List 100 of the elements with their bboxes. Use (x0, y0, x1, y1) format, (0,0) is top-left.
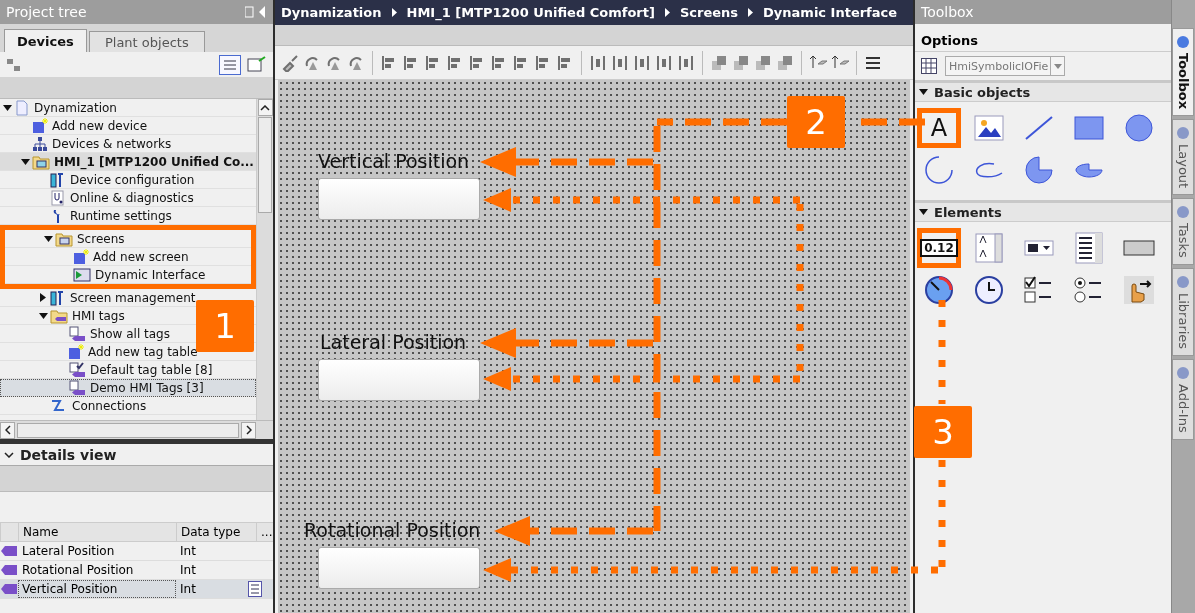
arc-icon (924, 155, 954, 185)
tree-tool-icon (6, 56, 22, 73)
layers-icon (732, 53, 750, 72)
distribute-icon (677, 53, 695, 72)
breadcrumb-arrow-icon (748, 8, 754, 17)
pie-icon (1024, 155, 1054, 185)
rectangle-icon (1074, 115, 1104, 141)
tab-icon (1176, 126, 1190, 141)
toolbox-item[interactable]: A (917, 108, 961, 148)
ellipse-arc-icon (974, 160, 1004, 180)
tag-table-icon (68, 379, 86, 396)
text-object[interactable]: Lateral Position (320, 331, 467, 353)
io-field[interactable] (318, 359, 480, 401)
text-object[interactable]: Vertical Position (318, 150, 470, 172)
io-field[interactable] (318, 547, 480, 589)
tag-table-icon (68, 325, 86, 342)
table-cell: Vertical Position (18, 580, 176, 598)
scrollbar-thumb[interactable] (258, 117, 272, 213)
breadcrumb-item[interactable]: Dynamic Interface (763, 5, 898, 20)
caret-down-icon (20, 158, 30, 165)
tree-item[interactable]: Online & diagnostics (0, 189, 256, 207)
line-icon (1024, 115, 1054, 141)
list-view-icon (219, 54, 241, 75)
text-list-icon (975, 233, 1003, 263)
breadcrumb-item[interactable]: Dynamization (281, 5, 382, 20)
tree-item[interactable]: Dynamic Interface (5, 266, 251, 284)
tag-icon (1, 584, 17, 594)
tree-item[interactable]: Add new device (0, 117, 256, 135)
step-badge: 2 (787, 96, 845, 148)
tab-icon (1176, 366, 1190, 381)
side-tab[interactable]: Tasks (1172, 198, 1194, 266)
add-icon (32, 117, 48, 134)
list-box-icon (1075, 232, 1103, 264)
column-header[interactable]: ... (256, 523, 273, 541)
caret-right-icon (40, 293, 46, 302)
distribute-icon (589, 53, 607, 72)
tab-icon (1176, 205, 1190, 220)
section-header[interactable]: Elements (915, 200, 1171, 222)
object-type-dropdown[interactable]: HmiSymbolicIOFie (945, 56, 1065, 76)
io-field[interactable] (318, 178, 480, 220)
details-view-title: Details view (20, 446, 117, 463)
breadcrumb-arrow-icon (664, 8, 670, 17)
step-badge: 3 (914, 406, 972, 458)
breadcrumb-item[interactable]: HMI_1 [MTP1200 Unified Comfort] (406, 5, 655, 20)
checkbox-icon (1024, 276, 1054, 304)
tree-item[interactable]: Screens (5, 230, 251, 248)
gauge-icon (924, 275, 954, 305)
scrollbar-thumb[interactable] (17, 422, 239, 438)
add-icon (73, 248, 89, 265)
diagnostics-icon (50, 189, 66, 206)
tree-item[interactable]: Dynamization (0, 99, 256, 117)
horizontal-scrollbar[interactable] (0, 421, 273, 439)
toolbox-item[interactable]: 0.12 (917, 228, 961, 268)
tree-item[interactable]: HMI_1 [MTP1200 Unified Co... (0, 153, 256, 171)
side-tab[interactable]: Libraries (1172, 268, 1194, 357)
table-row[interactable]: Vertical Position Int (0, 580, 273, 599)
image-icon (974, 115, 1004, 141)
table-row[interactable]: Lateral Position Int (0, 542, 273, 561)
tab[interactable]: Devices (4, 29, 87, 52)
distribute-icon (655, 53, 673, 72)
dropdown-icon (1024, 239, 1054, 257)
breadcrumb-arrow-icon (391, 8, 397, 17)
text-tool-glyph[interactable]: A (930, 114, 948, 142)
folder-icon (32, 153, 50, 170)
step-badge: 1 (196, 300, 254, 352)
side-tab[interactable]: Toolbox (1172, 28, 1194, 117)
panel-title: Project tree (6, 4, 87, 20)
brush-icon (281, 53, 299, 72)
tree-item[interactable]: Connections (0, 397, 256, 415)
circle-icon (1124, 113, 1154, 143)
list-button-icon (248, 581, 262, 597)
section-header[interactable]: Basic objects (915, 80, 1171, 102)
button-icon (1123, 239, 1155, 257)
breadcrumb-item[interactable]: Screens (679, 5, 739, 20)
io-field-glyph[interactable]: 0.12 (920, 239, 958, 257)
tab[interactable]: Plant objects (88, 31, 205, 52)
side-tab[interactable]: Layout (1172, 119, 1194, 196)
table-cell-text: Int (179, 562, 197, 579)
tree-item[interactable]: Device configuration (0, 171, 256, 189)
text-object[interactable]: Rotational Position (304, 519, 481, 541)
distribute-icon (633, 53, 651, 72)
chevron-right-icon (245, 425, 252, 435)
panel-title: Toolbox (921, 4, 974, 20)
tree-item[interactable]: Demo HMI Tags [3] (0, 379, 256, 397)
table-cell-text: Int (179, 581, 197, 598)
vertical-scrollbar[interactable] (256, 99, 273, 420)
layers-icon (776, 53, 794, 72)
network-icon (32, 135, 48, 152)
table-cell-text: Rotational Position (21, 562, 135, 579)
tag-table-icon (68, 361, 86, 378)
tree-item[interactable]: Runtime settings (0, 207, 256, 225)
side-tab[interactable]: Add-Ins (1172, 359, 1194, 440)
caret-down-icon (2, 104, 12, 111)
chevron-down-icon (4, 451, 14, 458)
layers-icon (710, 53, 728, 72)
column-header[interactable]: Data type (176, 523, 256, 541)
tree-item[interactable]: Add new screen (5, 248, 251, 266)
options-title: Options (915, 30, 1171, 52)
caret-down-icon (38, 312, 48, 319)
column-header[interactable]: Name (18, 523, 176, 541)
